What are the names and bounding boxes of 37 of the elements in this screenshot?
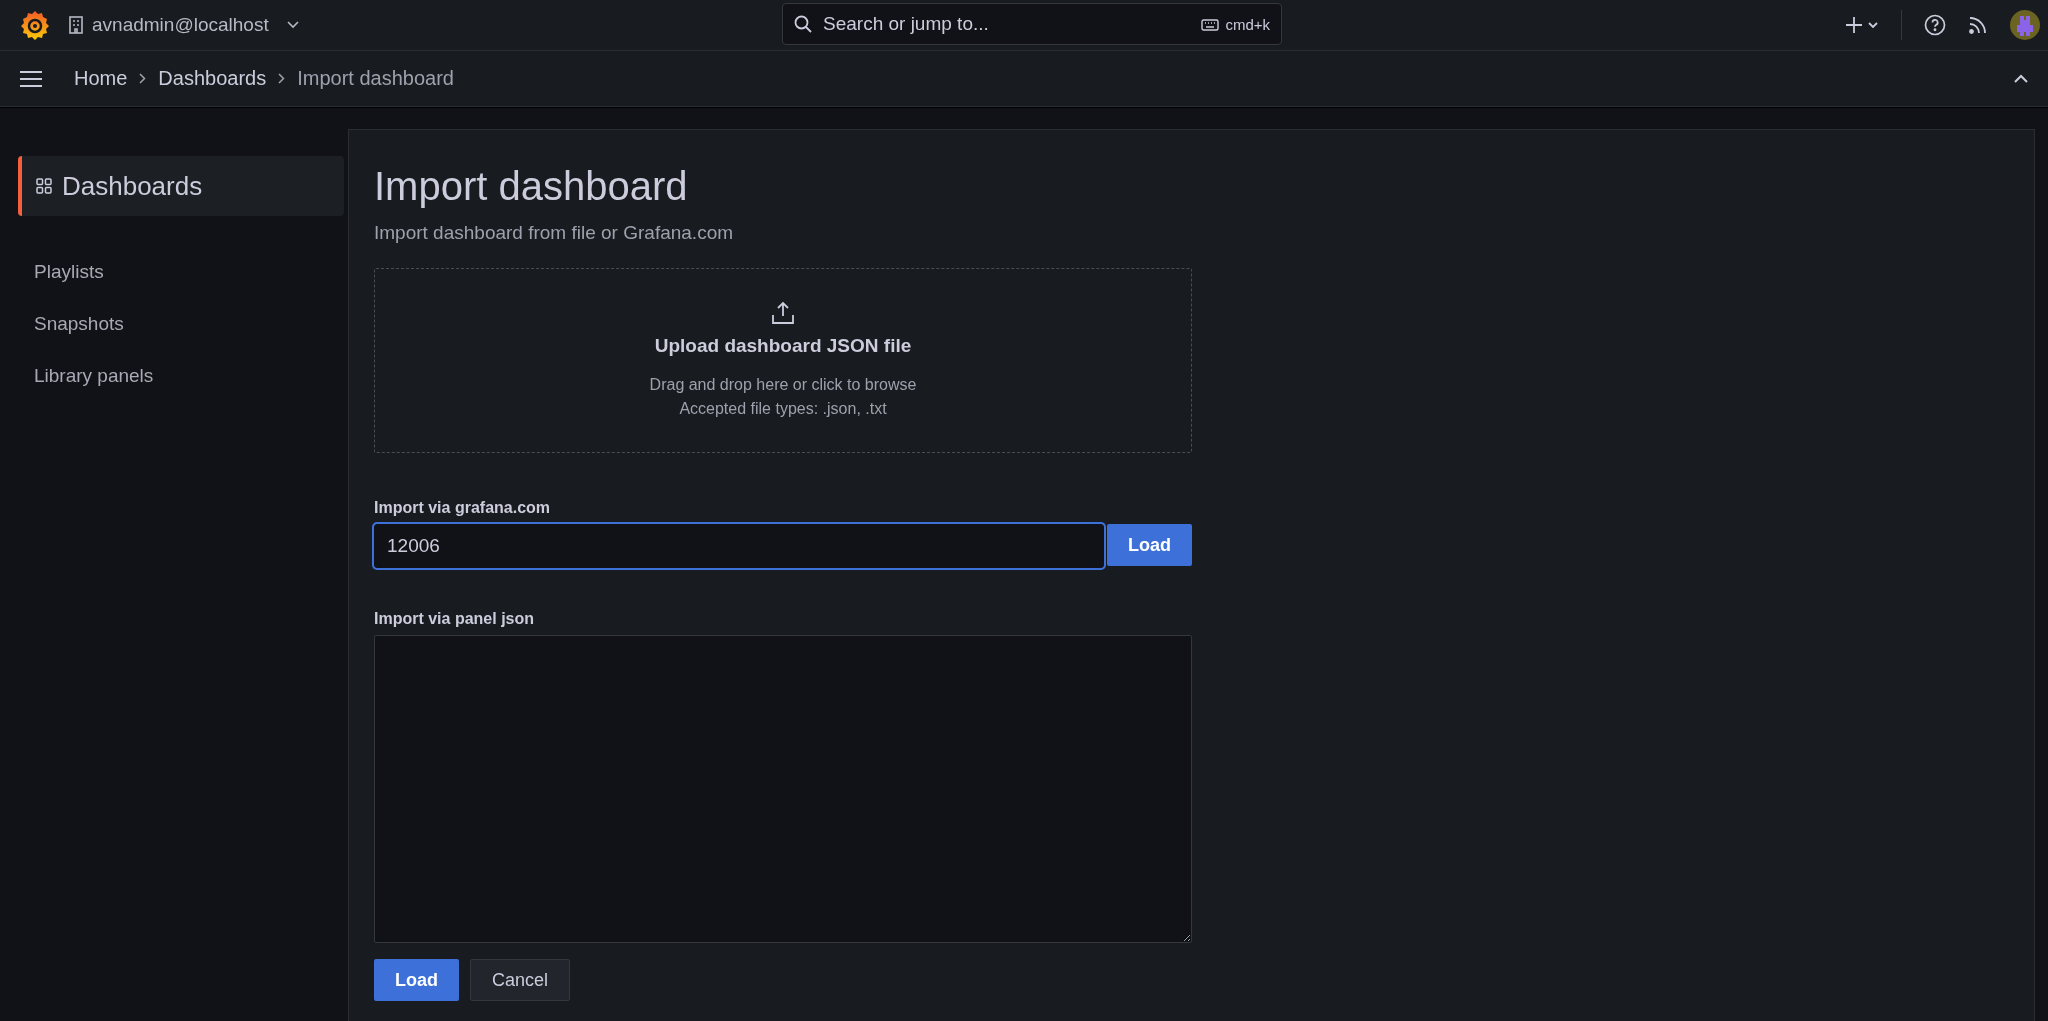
- accepted-types-hint: Accepted file types: .json, .txt: [679, 398, 887, 419]
- upload-hint: Drag and drop here or click to browse: [649, 375, 917, 396]
- rss-icon[interactable]: [1968, 15, 1988, 35]
- load-button[interactable]: Load: [1107, 524, 1192, 566]
- keyboard-icon: [1201, 18, 1220, 31]
- panel-json-field[interactable]: [374, 635, 1192, 943]
- sidebar-item[interactable]: Library panels: [18, 350, 344, 402]
- chevron-down-icon: [286, 21, 299, 29]
- menu-icon[interactable]: [20, 70, 42, 87]
- sidebar-item[interactable]: Dashboards: [18, 156, 344, 216]
- help-icon[interactable]: [1924, 14, 1946, 36]
- sidebar-item[interactable]: Playlists: [18, 246, 344, 298]
- cancel-button[interactable]: Cancel: [470, 959, 571, 1001]
- org-switcher[interactable]: avnadmin@localhost: [68, 14, 299, 36]
- search-icon: [794, 15, 812, 33]
- grid-icon: [36, 178, 52, 194]
- shortcut-hint: cmd+k: [1225, 16, 1270, 33]
- sidebar-item[interactable]: Snapshots: [18, 298, 344, 350]
- upload-title: Upload dashboard JSON file: [654, 335, 912, 358]
- page-subtitle: Import dashboard from file or Grafana.com: [374, 222, 735, 244]
- grafana-logo[interactable]: [20, 9, 50, 41]
- load-button[interactable]: Load: [374, 959, 459, 1001]
- breadcrumb-link[interactable]: Import dashboard: [297, 67, 454, 90]
- avatar-icon[interactable]: [2010, 10, 2040, 40]
- breadcrumb-link[interactable]: Dashboards: [158, 67, 267, 90]
- add-menu-icon[interactable]: [1845, 16, 1879, 34]
- chevron-up-icon[interactable]: [2014, 74, 2028, 83]
- chevron-right-icon: [278, 73, 286, 84]
- dashboard-id-field[interactable]: 12006: [374, 524, 1104, 568]
- chevron-right-icon: [139, 73, 147, 84]
- building-icon: [68, 16, 84, 34]
- page-title: Import dashboard: [374, 163, 689, 210]
- file-drop-zone[interactable]: Upload dashboard JSON file Drag and drop here or click to browse Accepted file types: .json, .txt: [374, 268, 1192, 453]
- breadcrumb-link[interactable]: Home: [74, 67, 128, 90]
- upload-icon: [771, 301, 795, 326]
- field-label: Import via panel json: [374, 610, 536, 628]
- field-label: Import via grafana.com: [374, 499, 552, 517]
